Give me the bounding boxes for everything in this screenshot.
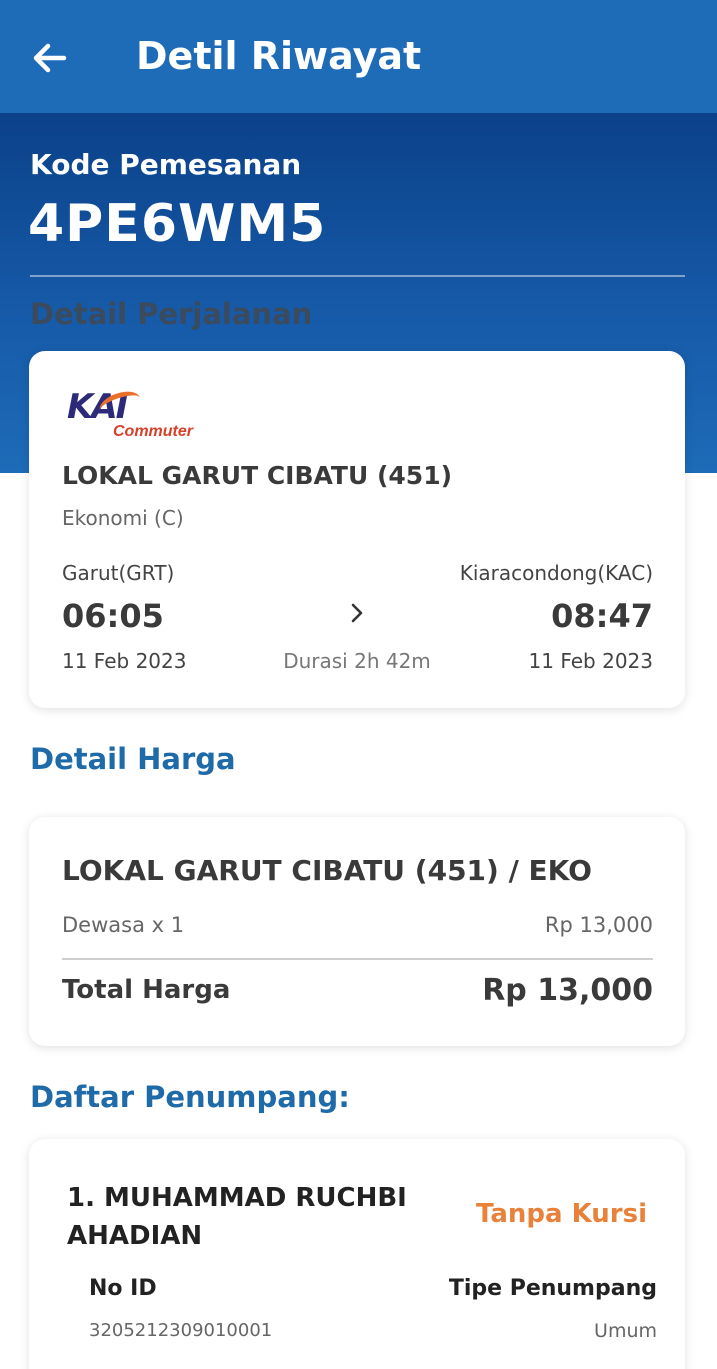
origin-station: Garut(GRT) [62,561,175,585]
kai-commuter-logo: KAI Commuter [67,387,197,443]
passenger-list-section-title: Daftar Penumpang: [30,1080,350,1114]
price-detail-section-title: Detail Harga [30,742,236,776]
trip-detail-section-title: Detail Perjalanan [30,297,313,331]
passenger-id-value: 3205212309010001 [89,1320,273,1341]
fare-line-value: Rp 13,000 [544,913,653,937]
passenger-type-value: Umum [594,1320,657,1342]
passenger-card: 1. MUHAMMAD RUCHBI AHADIAN Tanpa Kursi N… [29,1139,685,1369]
booking-code-label: Kode Pemesanan [30,148,302,181]
arrival-time: 08:47 [551,597,653,635]
passenger-id-label: No ID [89,1276,157,1301]
page-title: Detil Riwayat [136,34,422,78]
train-class: Ekonomi (C) [62,506,184,530]
logo-subtitle: Commuter [113,423,194,440]
price-divider [62,958,653,960]
fare-name: LOKAL GARUT CIBATU (451) / EKO [62,854,592,887]
back-button[interactable] [28,36,72,80]
chevron-right-icon [351,603,363,623]
fare-line-label: Dewasa x 1 [62,913,185,937]
header-divider [30,275,685,277]
passenger-type-label: Tipe Penumpang [448,1276,657,1301]
price-card: LOKAL GARUT CIBATU (451) / EKO Dewasa x … [29,817,685,1046]
arrival-date: 11 Feb 2023 [528,649,653,673]
app-bar: Detil Riwayat [0,0,717,113]
train-name: LOKAL GARUT CIBATU (451) [62,461,453,490]
trip-card: KAI Commuter LOKAL GARUT CIBATU (451) Ek… [29,351,685,708]
arrow-left-icon [33,43,67,73]
destination-station: Kiaracondong(KAC) [459,561,653,585]
total-price-label: Total Harga [62,975,231,1005]
total-price-value: Rp 13,000 [482,973,653,1008]
seat-status-badge: Tanpa Kursi [475,1199,647,1229]
passenger-name: 1. MUHAMMAD RUCHBI AHADIAN [67,1183,407,1251]
departure-time: 06:05 [62,597,164,635]
booking-code: 4PE6WM5 [28,194,327,254]
